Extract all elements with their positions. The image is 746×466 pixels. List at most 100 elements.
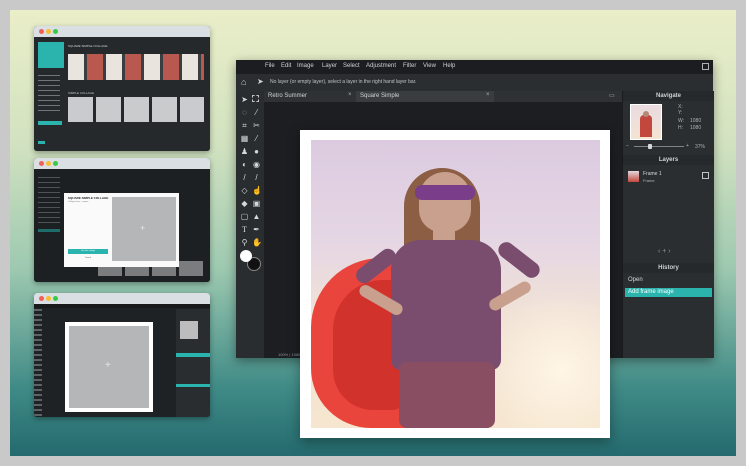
gradient-icon[interactable]: ▣: [252, 199, 261, 208]
maximize-icon[interactable]: [53, 161, 58, 166]
sponge-icon[interactable]: ◉: [252, 160, 261, 169]
tab-close-icon-2[interactable]: ×: [486, 92, 490, 98]
dodge-icon[interactable]: ◐: [240, 160, 249, 169]
mini-history-selected[interactable]: [176, 384, 210, 387]
mini-layer-selected[interactable]: [176, 353, 210, 357]
zoom-icon[interactable]: ⚲: [240, 238, 249, 247]
zoom-out-icon[interactable]: −: [626, 143, 629, 149]
lasso-icon[interactable]: ◌: [240, 108, 249, 117]
cancel-button[interactable]: Cancel: [68, 257, 108, 261]
photo-strip: [68, 54, 204, 80]
marquee-icon[interactable]: [252, 95, 259, 102]
navigator-thumbnail[interactable]: [630, 104, 662, 140]
dialog-body: SQUARE SIMPLE COLLAGE Collage frame · sq…: [34, 169, 210, 282]
close-icon[interactable]: [39, 161, 44, 166]
mini-right-panel: [176, 309, 210, 417]
layers-actions-icon[interactable]: ‹ + ›: [658, 248, 671, 255]
menu-edit[interactable]: Edit: [281, 63, 291, 69]
menu-view[interactable]: View: [423, 63, 436, 69]
right-arm: [495, 238, 543, 282]
eyedropper-icon[interactable]: ⁄: [252, 134, 261, 143]
maximize-icon[interactable]: [53, 296, 58, 301]
panel-toggle-icon[interactable]: ▭: [609, 92, 615, 99]
home-icon[interactable]: ⌂: [241, 77, 246, 87]
gallery-body: SQUARE SIMPLE COLLAGE SIMPLE COLLAGE: [34, 37, 210, 151]
grid-label: SIMPLE COLLAGE: [68, 91, 95, 95]
zoom-slider-handle[interactable]: [648, 144, 652, 149]
screenshot-frame: SQUARE SIMPLE COLLAGE SIMPLE COLLAGE SQU…: [0, 0, 746, 466]
sidebar-accent-item-2[interactable]: [38, 141, 45, 144]
tab-square-simple[interactable]: Square Simple: [356, 91, 494, 102]
history-header: History: [623, 263, 714, 273]
stamp-icon[interactable]: ♟: [240, 147, 249, 156]
text-tool-icon[interactable]: T: [240, 225, 249, 234]
navigator-head: [643, 111, 649, 117]
foreground-color-swatch[interactable]: [240, 250, 252, 262]
tab-retro-summer[interactable]: Retro Summer: [264, 91, 356, 102]
pencil-icon[interactable]: /: [240, 173, 249, 182]
fullscreen-icon[interactable]: [702, 63, 709, 70]
nav-h-label: H:: [678, 125, 683, 131]
collage-grid[interactable]: [68, 97, 204, 122]
smudge-icon[interactable]: ☝: [252, 186, 262, 195]
layer-visibility-icon[interactable]: [702, 172, 709, 179]
close-icon[interactable]: [39, 29, 44, 34]
history-item-open[interactable]: Open: [625, 276, 712, 285]
layer-row[interactable]: Frame 1 Frame: [625, 169, 712, 185]
select-arrow-icon[interactable]: ➤: [240, 95, 249, 104]
options-bar: ⌂ ➤ No layer (or empty layer), select a …: [236, 74, 713, 92]
template-thumbnail[interactable]: [38, 42, 64, 68]
options-hint: No layer (or empty layer), select a laye…: [270, 79, 417, 85]
document-tabs: Retro Summer × Square Simple × ▭: [264, 91, 622, 102]
menu-bar: File Edit Image Layer Select Adjustment …: [236, 60, 713, 74]
collage-dialog-window: SQUARE SIMPLE COLLAGE Collage frame · sq…: [34, 158, 210, 282]
zoom-in-icon[interactable]: +: [686, 143, 689, 149]
menu-image[interactable]: Image: [297, 63, 314, 69]
menu-adjustment[interactable]: Adjustment: [366, 63, 396, 69]
shape-icon[interactable]: ▲: [252, 212, 261, 221]
menu-help[interactable]: Help: [443, 63, 455, 69]
navigator-figure: [640, 115, 652, 137]
layer-name: Frame 1: [643, 171, 662, 177]
crop-icon[interactable]: ⌗: [240, 121, 249, 130]
layer-type: Frame: [643, 178, 655, 183]
drop-icon[interactable]: ●: [252, 147, 261, 156]
dialog-title: SQUARE SIMPLE COLLAGE: [68, 196, 109, 200]
menu-filter[interactable]: Filter: [403, 63, 416, 69]
bucket-icon[interactable]: ◆: [240, 199, 249, 208]
minimize-icon[interactable]: [46, 161, 51, 166]
navigator-header: Navigate: [623, 91, 714, 101]
move-tool-icon[interactable]: ➤: [257, 77, 264, 86]
mini-toolbar: [34, 309, 42, 417]
grid-icon[interactable]: ▦: [240, 134, 249, 143]
minimize-icon[interactable]: [46, 296, 51, 301]
hand-icon[interactable]: ✋: [252, 238, 262, 247]
close-icon[interactable]: [39, 296, 44, 301]
superhero-girl-photo: [311, 140, 600, 428]
plus-icon: +: [105, 360, 111, 371]
nav-w-value: 1080: [690, 118, 702, 124]
minimize-icon[interactable]: [46, 29, 51, 34]
menu-select[interactable]: Select: [343, 63, 360, 69]
zoom-slider[interactable]: [634, 144, 684, 149]
mini-editor-body: +: [34, 304, 210, 417]
scissors-icon[interactable]: ✂: [252, 121, 261, 130]
history-item-add-frame-image[interactable]: Add frame image: [625, 288, 712, 297]
nav-y-label: Y:: [678, 110, 683, 116]
skirt: [399, 362, 495, 428]
sidebar-accent-item[interactable]: [38, 121, 62, 125]
sidebar-menu: [38, 75, 60, 115]
menu-file[interactable]: File: [265, 63, 275, 69]
template-title: SQUARE SIMPLE COLLAGE: [68, 44, 108, 48]
pen-icon[interactable]: ✒: [252, 225, 261, 234]
eraser-icon[interactable]: ◇: [240, 186, 249, 195]
frame-icon[interactable]: ▢: [240, 212, 249, 221]
tab-close-icon[interactable]: ×: [348, 92, 352, 98]
brush-icon[interactable]: /: [252, 173, 261, 182]
use-collage-button[interactable]: Use this collage: [68, 249, 108, 254]
maximize-icon[interactable]: [53, 29, 58, 34]
menu-layer[interactable]: Layer: [322, 63, 337, 69]
layer-thumbnail: [628, 171, 639, 182]
purple-shirt: [391, 240, 501, 370]
magic-wand-icon[interactable]: ⁄: [252, 108, 261, 117]
